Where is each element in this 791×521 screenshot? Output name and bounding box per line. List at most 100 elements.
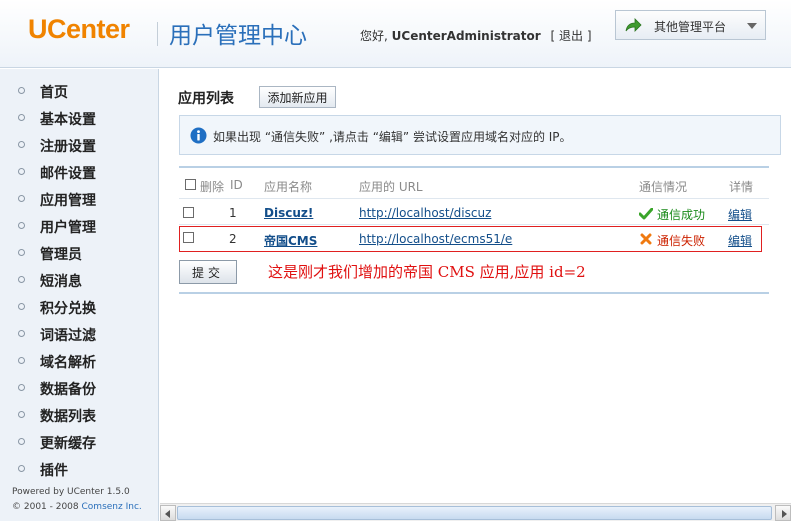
bullet-icon — [18, 357, 25, 364]
bullet-icon — [18, 168, 25, 175]
status-success: 通信成功 — [657, 208, 706, 222]
select-all-checkbox[interactable] — [185, 179, 196, 190]
user-greeting: 您好, UCenterAdministrator [ 退出 ] — [360, 27, 592, 44]
sidebar: 首页 基本设置 注册设置 邮件设置 应用管理 用户管理 管理员 短消息 积分兑换… — [0, 69, 159, 521]
logout-bracket-close: ] — [586, 29, 592, 43]
bullet-icon — [18, 465, 25, 472]
col-header-detail: 详情 — [729, 180, 754, 194]
sidebar-item-label: 更新缓存 — [40, 436, 96, 452]
sidebar-item-label: 邮件设置 — [40, 166, 96, 182]
sidebar-item-data-list[interactable]: 数据列表 — [0, 402, 158, 429]
submit-button[interactable]: 提交 — [179, 260, 237, 284]
add-app-button[interactable]: 添加新应用 — [259, 86, 336, 108]
sidebar-item-basic-settings[interactable]: 基本设置 — [0, 105, 158, 132]
notice-text: 如果出现 “通信失败” ,请点击 “编辑” 尝试设置应用域名对应的 IP。 — [213, 130, 572, 144]
bullet-icon — [18, 303, 25, 310]
username: UCenterAdministrator — [391, 29, 541, 43]
app-name-link[interactable]: 帝国CMS — [264, 232, 317, 249]
bullet-icon — [18, 276, 25, 283]
row-id: 1 — [229, 206, 237, 220]
sidebar-item-label: 首页 — [40, 85, 68, 101]
cross-icon — [640, 233, 652, 245]
page-title: 应用列表 — [178, 91, 234, 107]
sidebar-item-label: 短消息 — [40, 274, 82, 290]
bullet-icon — [18, 222, 25, 229]
sidebar-item-administrators[interactable]: 管理员 — [0, 240, 158, 267]
sidebar-item-user-management[interactable]: 用户管理 — [0, 213, 158, 240]
powered-by-text: Powered by UCenter 1.5.0 — [12, 487, 130, 497]
bullet-icon — [18, 384, 25, 391]
ucenter-logo[interactable]: UCenter — [28, 14, 130, 45]
copyright-line: © 2001 - 2008 Comsenz Inc. — [12, 500, 142, 515]
logout-bracket-open: [ — [550, 29, 556, 43]
table-bottom-divider — [179, 292, 769, 294]
app-url-link[interactable]: http://localhost/discuz — [359, 206, 491, 220]
row-checkbox[interactable] — [183, 232, 194, 243]
edit-link[interactable]: 编辑 — [728, 232, 752, 249]
sidebar-item-label: 数据备份 — [40, 382, 96, 398]
bullet-icon — [18, 438, 25, 445]
sidebar-item-label: 基本设置 — [40, 112, 96, 128]
app-url-link[interactable]: http://localhost/ecms51/e — [359, 232, 512, 246]
sidebar-item-label: 应用管理 — [40, 193, 96, 209]
col-header-delete: 删除 — [200, 180, 225, 194]
sidebar-item-messages[interactable]: 短消息 — [0, 267, 158, 294]
sidebar-item-plugins[interactable]: 插件 — [0, 456, 158, 483]
powered-by: Powered by UCenter 1.5.0 © 2001 - 2008 C… — [12, 485, 142, 515]
bullet-icon — [18, 411, 25, 418]
sidebar-item-domain-resolve[interactable]: 域名解析 — [0, 348, 158, 375]
site-title: 用户管理中心 — [169, 23, 307, 49]
horizontal-scrollbar[interactable] — [160, 503, 791, 521]
sidebar-item-label: 积分兑换 — [40, 301, 96, 317]
bullet-icon — [18, 114, 25, 121]
col-header-status: 通信情况 — [639, 180, 688, 194]
sidebar-item-credit-exchange[interactable]: 积分兑换 — [0, 294, 158, 321]
row-divider — [179, 198, 769, 199]
arrow-right-icon — [782, 510, 787, 518]
row-divider — [179, 224, 769, 225]
sidebar-item-label: 域名解析 — [40, 355, 96, 371]
bullet-icon — [18, 141, 25, 148]
bullet-icon — [18, 330, 25, 337]
sidebar-item-word-filter[interactable]: 词语过滤 — [0, 321, 158, 348]
sidebar-item-label: 词语过滤 — [40, 328, 96, 344]
col-header-name: 应用名称 — [264, 180, 313, 194]
annotation-text: 这是刚才我们增加的帝国 CMS 应用,应用 id=2 — [268, 263, 586, 281]
logout-link[interactable]: 退出 — [559, 29, 583, 43]
bullet-icon — [18, 249, 25, 256]
sidebar-item-label: 注册设置 — [40, 139, 96, 155]
sidebar-item-update-cache[interactable]: 更新缓存 — [0, 429, 158, 456]
sidebar-item-app-management[interactable]: 应用管理 — [0, 186, 158, 213]
table-top-divider — [179, 166, 769, 168]
sidebar-item-label: 插件 — [40, 463, 68, 479]
row-checkbox[interactable] — [183, 207, 194, 218]
status-failure: 通信失败 — [657, 234, 706, 248]
other-platform-dropdown[interactable]: 其他管理平台 — [615, 10, 766, 40]
edit-link[interactable]: 编辑 — [728, 206, 752, 223]
copyright-prefix: © 2001 - 2008 — [12, 502, 79, 512]
app-name-link[interactable]: Discuz! — [264, 206, 313, 220]
sidebar-item-register-settings[interactable]: 注册设置 — [0, 132, 158, 159]
bullet-icon — [18, 195, 25, 202]
header: UCenter 用户管理中心 您好, UCenterAdministrator … — [0, 0, 791, 68]
main-content: 应用列表 添加新应用 如果出现 “通信失败” ,请点击 “编辑” 尝试设置应用域… — [160, 69, 791, 521]
scroll-left-button[interactable] — [160, 505, 176, 521]
sidebar-item-mail-settings[interactable]: 邮件设置 — [0, 159, 158, 186]
info-notice: 如果出现 “通信失败” ,请点击 “编辑” 尝试设置应用域名对应的 IP。 — [179, 115, 781, 155]
arrow-left-icon — [165, 510, 170, 518]
col-header-id: ID — [230, 178, 243, 192]
share-arrow-icon — [625, 18, 642, 32]
sidebar-item-label: 管理员 — [40, 247, 82, 263]
scrollbar-thumb[interactable] — [177, 506, 772, 520]
comsenz-link[interactable]: Comsenz Inc. — [82, 502, 142, 512]
bullet-icon — [18, 87, 25, 94]
sidebar-item-data-backup[interactable]: 数据备份 — [0, 375, 158, 402]
logo-separator — [157, 22, 158, 46]
greeting-prefix: 您好, — [360, 29, 388, 43]
sidebar-item-home[interactable]: 首页 — [0, 78, 158, 105]
check-icon — [639, 208, 653, 220]
row-id: 2 — [229, 232, 237, 246]
platform-label: 其他管理平台 — [654, 20, 727, 34]
chevron-down-icon — [747, 23, 757, 29]
scroll-right-button[interactable] — [775, 505, 791, 521]
